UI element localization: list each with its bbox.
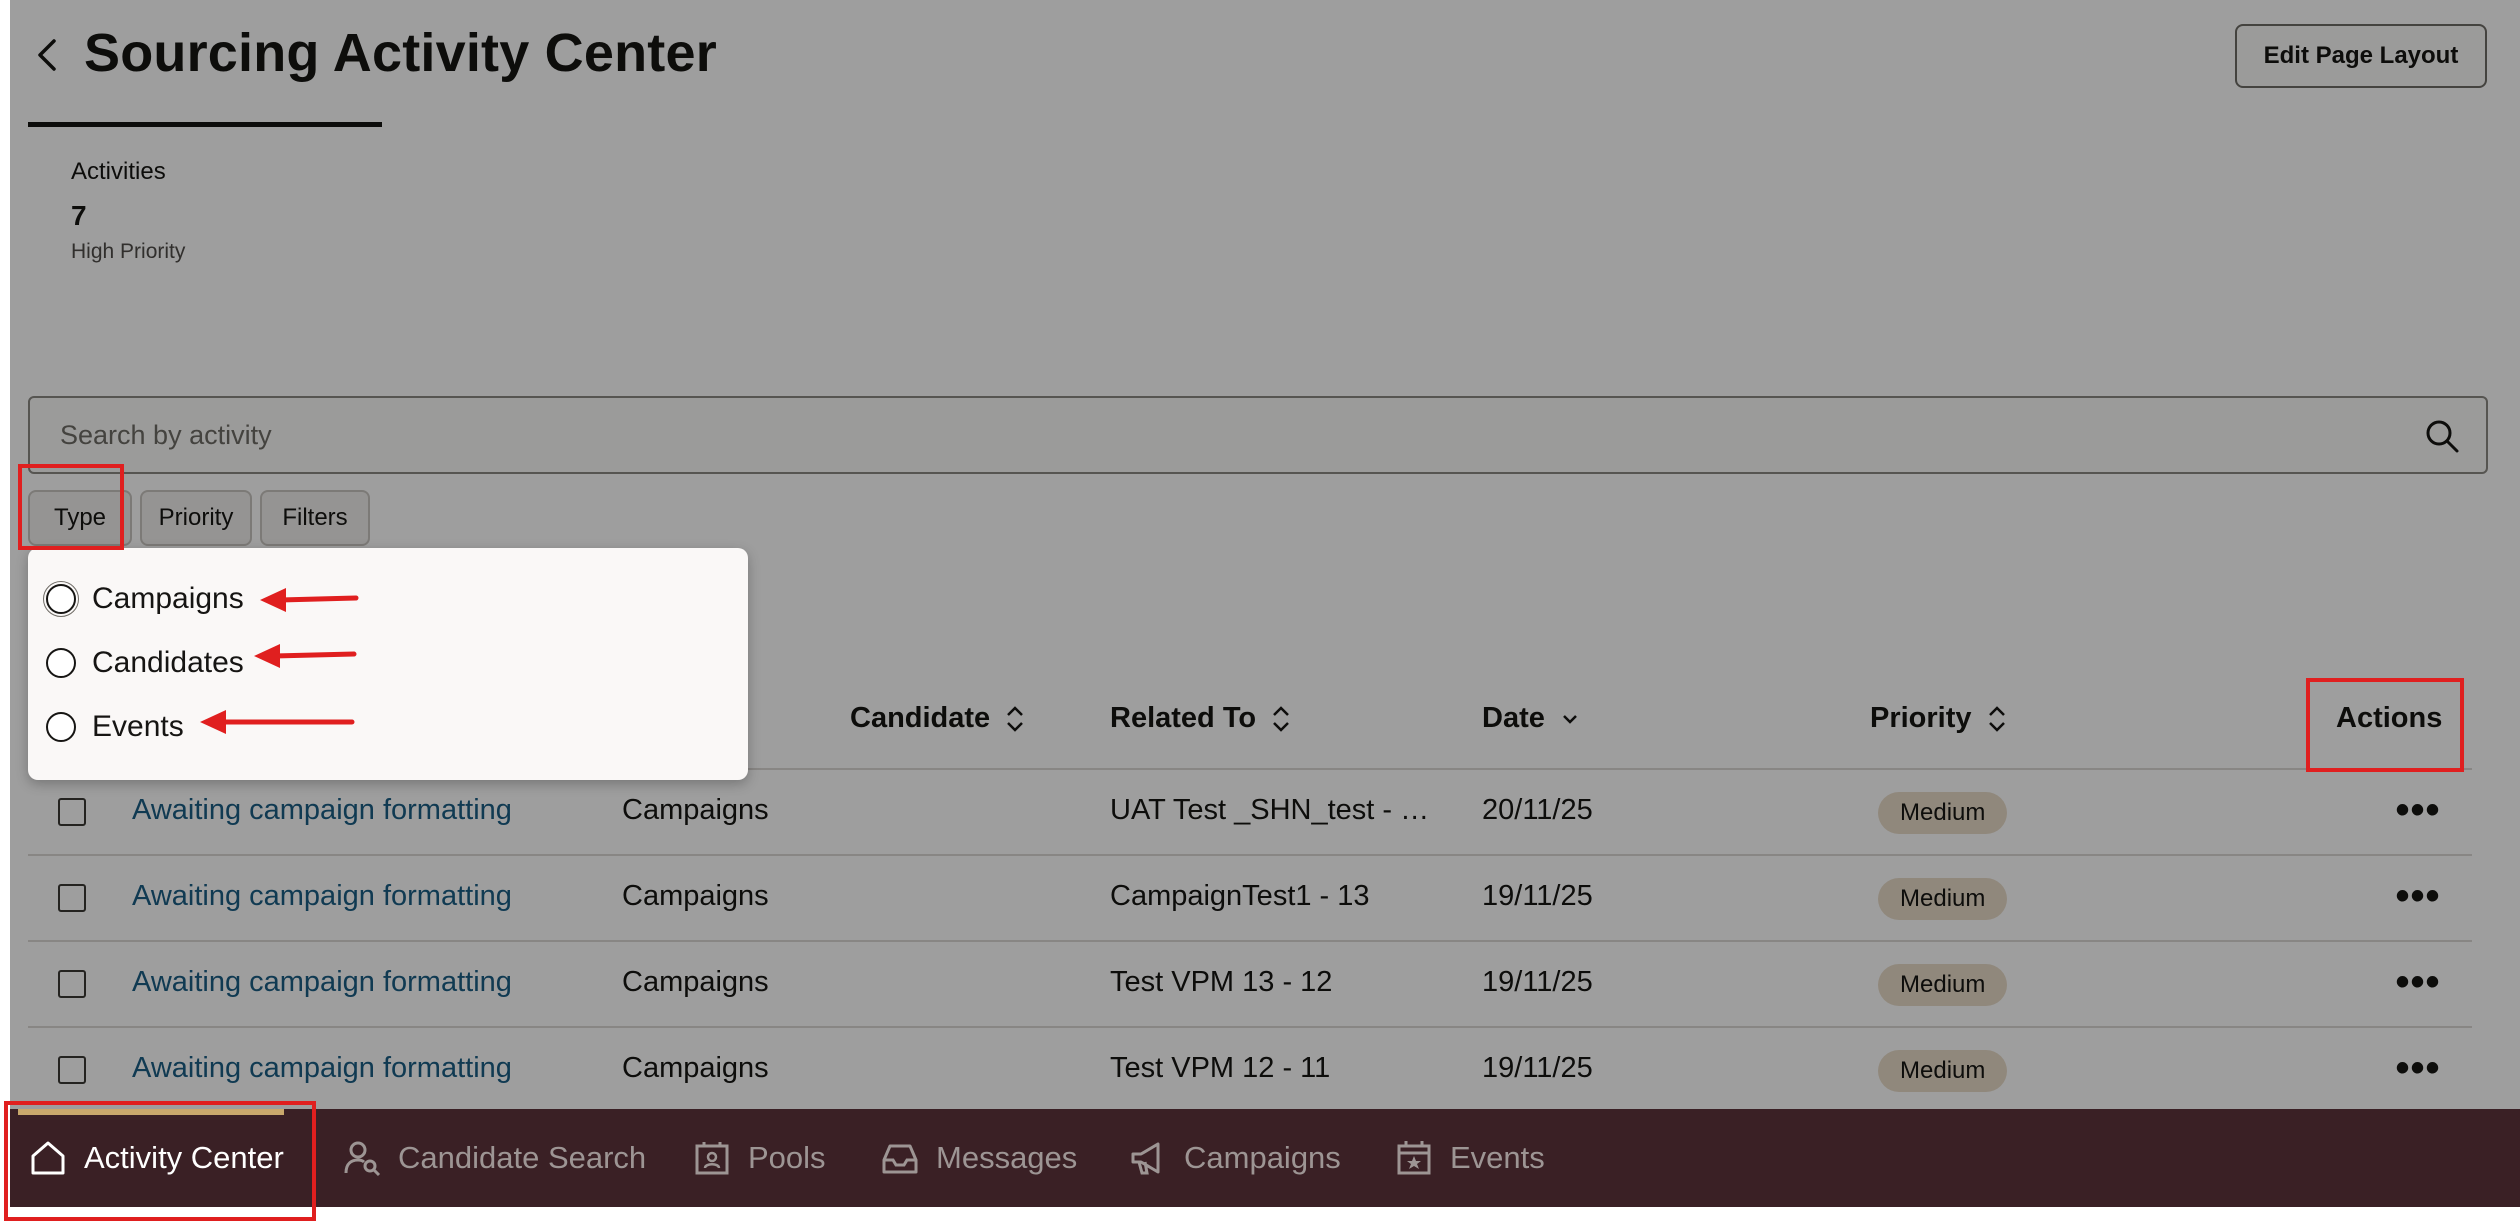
- more-actions-icon[interactable]: •••: [2388, 874, 2448, 918]
- person-search-icon: [344, 1141, 381, 1177]
- date-cell: 20/11/25: [1482, 794, 1593, 826]
- priority-badge: Medium: [1878, 964, 2008, 1006]
- radio-button[interactable]: [46, 712, 76, 742]
- priority-badge: Medium: [1878, 1050, 2008, 1092]
- metric-value[interactable]: 7: [71, 200, 87, 232]
- sort-icon: [1988, 705, 2005, 732]
- annotation-arrow-campaigns: [260, 588, 359, 612]
- date-cell: 19/11/25: [1482, 966, 1593, 998]
- metric-label: Activities: [71, 158, 166, 185]
- annotation-box-actions: [2306, 678, 2464, 772]
- sort-icon: [1007, 705, 1024, 732]
- activity-link[interactable]: Awaiting campaign formatting: [132, 880, 512, 913]
- chevron-down-icon: [1562, 714, 1577, 724]
- left-edge: [0, 0, 10, 1224]
- option-label: Campaigns: [92, 582, 244, 615]
- page-title: Sourcing Activity Center: [84, 23, 717, 83]
- nav-item-events[interactable]: Events: [1394, 1130, 1545, 1186]
- priority-badge: Medium: [1878, 792, 2008, 834]
- related-to-cell: Test VPM 12 - 11: [1110, 1052, 1331, 1084]
- nav-item-candidate-search[interactable]: Candidate Search: [342, 1130, 646, 1186]
- row-checkbox[interactable]: [58, 1056, 86, 1084]
- nav-label: Pools: [748, 1140, 826, 1175]
- radio-button[interactable]: [43, 581, 79, 617]
- annotation-box-type: [18, 464, 124, 550]
- nav-label: Events: [1450, 1140, 1545, 1175]
- column-header-label: Date: [1482, 702, 1545, 734]
- table-row[interactable]: Awaiting campaign formatting Campaigns U…: [28, 770, 2472, 856]
- option-candidates[interactable]: Candidates: [46, 646, 244, 680]
- type-cell: Campaigns: [622, 1052, 769, 1084]
- date-cell: 19/11/25: [1482, 1052, 1593, 1084]
- nav-label: Candidate Search: [398, 1140, 647, 1175]
- nav-label: Campaigns: [1184, 1140, 1341, 1175]
- table-row[interactable]: Awaiting campaign formatting Campaigns T…: [28, 1028, 2472, 1114]
- filters-chip[interactable]: Filters: [260, 490, 370, 546]
- annotation-arrow-events: [200, 710, 355, 734]
- sort-icon: [1273, 705, 1289, 732]
- annotation-arrow-candidates: [254, 644, 357, 668]
- chevron-left-icon: [38, 39, 56, 71]
- priority-filter-chip[interactable]: Priority: [140, 490, 252, 546]
- metric-sublabel: High Priority: [71, 240, 186, 263]
- annotation-box-activity-center: [4, 1101, 316, 1221]
- column-header-candidate[interactable]: Candidate: [850, 702, 1026, 735]
- pools-icon: [695, 1142, 729, 1175]
- more-actions-icon[interactable]: •••: [2388, 788, 2448, 832]
- option-events[interactable]: Events: [46, 710, 184, 744]
- option-label: Candidates: [92, 646, 244, 679]
- related-to-cell: Test VPM 13 - 12: [1110, 966, 1333, 998]
- radio-button[interactable]: [46, 648, 76, 678]
- column-header-label: Candidate: [850, 702, 991, 734]
- type-cell: Campaigns: [622, 794, 769, 826]
- edit-page-layout-button[interactable]: Edit Page Layout: [2235, 24, 2487, 88]
- related-to-cell: UAT Test _SHN_test - …: [1110, 794, 1430, 826]
- column-header-date[interactable]: Date: [1482, 702, 1581, 735]
- nav-label: Messages: [936, 1140, 1078, 1175]
- activity-link[interactable]: Awaiting campaign formatting: [132, 794, 512, 827]
- column-header-label: Related To: [1110, 702, 1257, 734]
- related-to-cell: CampaignTest1 - 13: [1110, 880, 1370, 912]
- nav-item-pools[interactable]: Pools: [692, 1130, 826, 1186]
- nav-item-messages[interactable]: Messages: [880, 1130, 1077, 1186]
- calendar-star-icon: [1397, 1141, 1431, 1175]
- column-header-priority[interactable]: Priority: [1870, 702, 2008, 735]
- column-header-related-to[interactable]: Related To: [1110, 702, 1292, 735]
- type-cell: Campaigns: [622, 966, 769, 998]
- more-actions-icon[interactable]: •••: [2388, 1046, 2448, 1090]
- row-checkbox[interactable]: [58, 970, 86, 998]
- search-placeholder: Search by activity: [60, 420, 272, 450]
- priority-badge: Medium: [1878, 878, 2008, 920]
- title-underline: [28, 122, 382, 127]
- type-cell: Campaigns: [622, 880, 769, 912]
- nav-item-campaigns[interactable]: Campaigns: [1128, 1130, 1341, 1186]
- row-checkbox[interactable]: [58, 798, 86, 826]
- option-campaigns[interactable]: Campaigns: [43, 581, 244, 617]
- table-row[interactable]: Awaiting campaign formatting Campaigns T…: [28, 942, 2472, 1028]
- type-filter-popup: Campaigns Candidates Events: [28, 548, 748, 780]
- inbox-icon: [882, 1144, 918, 1174]
- search-icon[interactable]: [2422, 416, 2462, 456]
- column-header-label: Priority: [1870, 702, 1972, 734]
- more-actions-icon[interactable]: •••: [2388, 960, 2448, 1004]
- activity-link[interactable]: Awaiting campaign formatting: [132, 966, 512, 999]
- search-input[interactable]: Search by activity: [28, 396, 2488, 474]
- back-button[interactable]: [22, 30, 72, 80]
- table-row[interactable]: Awaiting campaign formatting Campaigns C…: [28, 856, 2472, 942]
- activity-link[interactable]: Awaiting campaign formatting: [132, 1052, 512, 1085]
- row-checkbox[interactable]: [58, 884, 86, 912]
- megaphone-icon: [1131, 1142, 1160, 1175]
- option-label: Events: [92, 710, 184, 743]
- date-cell: 19/11/25: [1482, 880, 1593, 912]
